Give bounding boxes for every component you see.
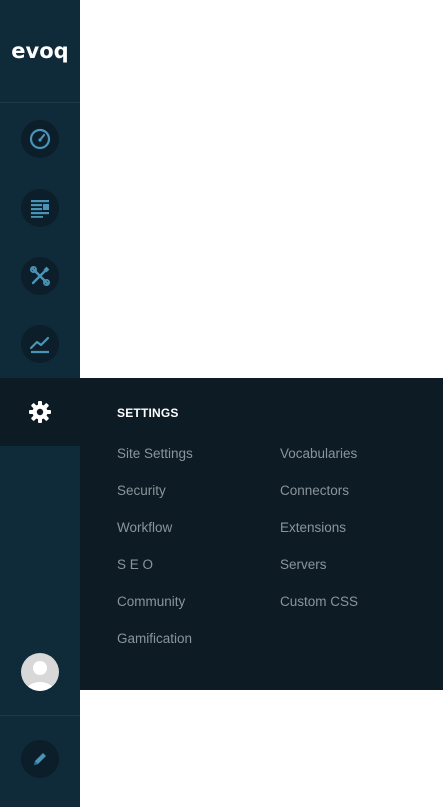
nav-edit[interactable] xyxy=(0,725,80,793)
user-avatar-icon[interactable] xyxy=(21,653,59,691)
nav-analytics[interactable] xyxy=(0,310,80,378)
tools-icon xyxy=(21,257,59,295)
menu-link-security[interactable]: Security xyxy=(117,483,166,498)
menu-link-site-settings[interactable]: Site Settings xyxy=(117,446,193,461)
nav-content[interactable] xyxy=(0,174,80,242)
menu-link-extensions[interactable]: Extensions xyxy=(280,520,346,535)
speedometer-icon xyxy=(21,120,59,158)
settings-menu-title: SETTINGS xyxy=(117,406,179,420)
menu-link-gamification[interactable]: Gamification xyxy=(117,631,192,646)
menu-link-workflow[interactable]: Workflow xyxy=(117,520,172,535)
menu-link-vocabularies[interactable]: Vocabularies xyxy=(280,446,357,461)
menu-link-custom-css[interactable]: Custom CSS xyxy=(280,594,358,609)
settings-flyout-menu: SETTINGS Site Settings Security Workflow… xyxy=(80,378,443,690)
sidebar-divider xyxy=(0,715,80,716)
document-icon xyxy=(21,189,59,227)
pencil-icon xyxy=(21,740,59,778)
menu-link-servers[interactable]: Servers xyxy=(280,557,327,572)
evoq-logo[interactable]: evoq xyxy=(0,0,80,103)
nav-settings[interactable] xyxy=(0,378,80,446)
menu-link-community[interactable]: Community xyxy=(117,594,185,609)
sidebar: evoq xyxy=(0,0,80,807)
gear-icon xyxy=(21,393,59,431)
logo-text: evoq xyxy=(11,39,69,63)
menu-link-seo[interactable]: S E O xyxy=(117,557,153,572)
nav-dashboard[interactable] xyxy=(0,105,80,173)
nav-manage[interactable] xyxy=(0,242,80,310)
menu-link-connectors[interactable]: Connectors xyxy=(280,483,349,498)
chart-icon xyxy=(21,325,59,363)
